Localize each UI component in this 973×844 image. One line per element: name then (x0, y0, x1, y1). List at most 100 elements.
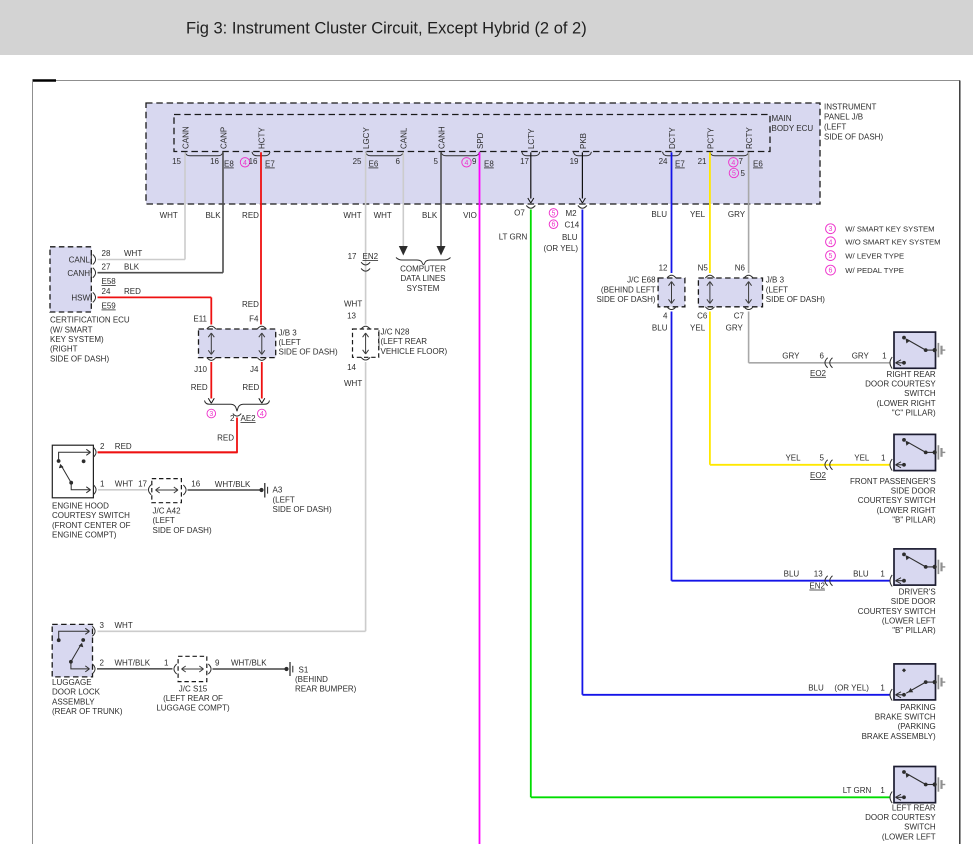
svg-text:25: 25 (353, 157, 362, 166)
svg-text:5: 5 (732, 171, 736, 178)
svg-text:J4: J4 (250, 365, 259, 374)
svg-text:J/C E68: J/C E68 (627, 276, 656, 285)
svg-text:(PARKING: (PARKING (898, 722, 936, 731)
svg-text:M2: M2 (566, 209, 578, 218)
svg-text:YEL: YEL (854, 454, 870, 463)
svg-text:4: 4 (243, 160, 247, 167)
svg-text:6: 6 (820, 352, 825, 361)
svg-text:1: 1 (882, 352, 887, 361)
svg-text:(LOWER LEFT: (LOWER LEFT (882, 832, 936, 841)
svg-text:BLU: BLU (651, 210, 667, 219)
svg-text:5: 5 (741, 169, 746, 178)
svg-text:(LEFT REAR: (LEFT REAR (381, 337, 428, 346)
svg-text:YEL: YEL (785, 454, 801, 463)
svg-text:E7: E7 (265, 160, 275, 169)
svg-text:4: 4 (465, 160, 469, 167)
svg-text:J10: J10 (194, 365, 207, 374)
svg-text:BLU: BLU (652, 324, 668, 333)
svg-text:LUGGAGE COMPT): LUGGAGE COMPT) (156, 704, 230, 713)
svg-text:C7: C7 (734, 312, 745, 321)
svg-text:27: 27 (102, 263, 111, 272)
svg-text:16: 16 (210, 157, 219, 166)
svg-text:KEY SYSTEM): KEY SYSTEM) (50, 335, 104, 344)
svg-text:24: 24 (102, 287, 111, 296)
svg-text:PARKING: PARKING (900, 703, 935, 712)
svg-text:E6: E6 (753, 160, 763, 169)
svg-text:WHT: WHT (343, 211, 361, 220)
svg-text:C14: C14 (565, 221, 580, 230)
svg-text:C6: C6 (697, 312, 708, 321)
svg-text:SIDE OF DASH): SIDE OF DASH) (279, 348, 338, 357)
svg-text:RED: RED (115, 442, 132, 451)
svg-text:W/O SMART KEY SYSTEM: W/O SMART KEY SYSTEM (845, 238, 940, 247)
svg-text:SWITCH: SWITCH (904, 389, 936, 398)
svg-text:LT GRN: LT GRN (499, 233, 528, 242)
svg-text:EO2: EO2 (810, 369, 827, 378)
svg-text:1: 1 (880, 684, 885, 693)
svg-text:RED: RED (124, 287, 141, 296)
svg-text:1: 1 (164, 659, 169, 668)
svg-text:CERTIFICATION ECU: CERTIFICATION ECU (50, 316, 130, 325)
svg-text:14: 14 (347, 363, 356, 372)
svg-text:SIDE DOOR: SIDE DOOR (891, 597, 936, 606)
svg-text:ASSEMBLY: ASSEMBLY (52, 697, 95, 706)
svg-text:WHT: WHT (160, 211, 178, 220)
svg-text:WHT/BLK: WHT/BLK (115, 659, 151, 668)
svg-text:12: 12 (659, 264, 668, 273)
svg-text:"B" PILLAR): "B" PILLAR) (892, 626, 936, 635)
svg-text:DOOR LOCK: DOOR LOCK (52, 688, 101, 697)
svg-text:19: 19 (570, 157, 579, 166)
svg-text:DCTY: DCTY (668, 127, 677, 149)
svg-text:SIDE OF DASH): SIDE OF DASH) (50, 354, 109, 363)
svg-text:5: 5 (434, 157, 439, 166)
svg-text:WHT: WHT (344, 300, 362, 309)
svg-text:EN2: EN2 (363, 252, 379, 261)
svg-text:E59: E59 (102, 302, 117, 311)
svg-text:SIDE OF DASH): SIDE OF DASH) (596, 295, 655, 304)
svg-text:REAR BUMPER): REAR BUMPER) (295, 684, 357, 693)
svg-text:GRY: GRY (852, 352, 870, 361)
svg-text:16: 16 (249, 157, 258, 166)
svg-text:SIDE OF DASH): SIDE OF DASH) (153, 526, 212, 535)
svg-text:E8: E8 (224, 160, 234, 169)
svg-text:BLU: BLU (784, 569, 800, 578)
svg-text:WHT: WHT (115, 621, 133, 630)
svg-text:7: 7 (739, 157, 744, 166)
svg-text:LEFT REAR: LEFT REAR (892, 804, 936, 813)
svg-text:DOOR COURTESY: DOOR COURTESY (865, 813, 936, 822)
svg-text:HSW: HSW (71, 294, 90, 303)
svg-text:O7: O7 (514, 209, 525, 218)
svg-text:LGCY: LGCY (362, 127, 371, 149)
svg-text:RIGHT REAR: RIGHT REAR (886, 370, 935, 379)
svg-text:COURTESY SWITCH: COURTESY SWITCH (52, 511, 130, 520)
svg-text:YEL: YEL (690, 210, 706, 219)
svg-text:E6: E6 (369, 160, 379, 169)
svg-text:1: 1 (881, 454, 886, 463)
svg-text:BLK: BLK (205, 211, 221, 220)
svg-text:1: 1 (880, 569, 885, 578)
svg-text:GRY: GRY (726, 324, 744, 333)
svg-text:SYSTEM: SYSTEM (407, 284, 440, 293)
svg-text:INSTRUMENT: INSTRUMENT (824, 103, 877, 112)
svg-text:E7: E7 (675, 160, 685, 169)
svg-text:RED: RED (191, 383, 208, 392)
svg-text:LCTY: LCTY (527, 128, 536, 149)
svg-text:DRIVER'S: DRIVER'S (899, 588, 936, 597)
svg-text:J/C N28: J/C N28 (381, 327, 410, 336)
svg-text:28: 28 (102, 249, 111, 258)
svg-text:(OR YEL): (OR YEL) (834, 684, 869, 693)
svg-text:COMPUTER: COMPUTER (400, 264, 446, 273)
svg-text:2: 2 (230, 414, 235, 423)
svg-text:PKB: PKB (579, 133, 588, 149)
svg-text:SPD: SPD (476, 132, 485, 149)
svg-text:FRONT PASSENGER'S: FRONT PASSENGER'S (850, 477, 936, 486)
svg-text:CANH: CANH (437, 126, 446, 149)
svg-text:W/ PEDAL TYPE: W/ PEDAL TYPE (845, 266, 904, 275)
svg-text:EO2: EO2 (810, 471, 827, 480)
svg-text:GRY: GRY (728, 210, 746, 219)
svg-text:4: 4 (663, 312, 668, 321)
svg-text:2: 2 (100, 659, 105, 668)
svg-text:WHT/BLK: WHT/BLK (215, 480, 251, 489)
svg-text:EN2: EN2 (809, 582, 825, 591)
svg-text:9: 9 (215, 659, 220, 668)
